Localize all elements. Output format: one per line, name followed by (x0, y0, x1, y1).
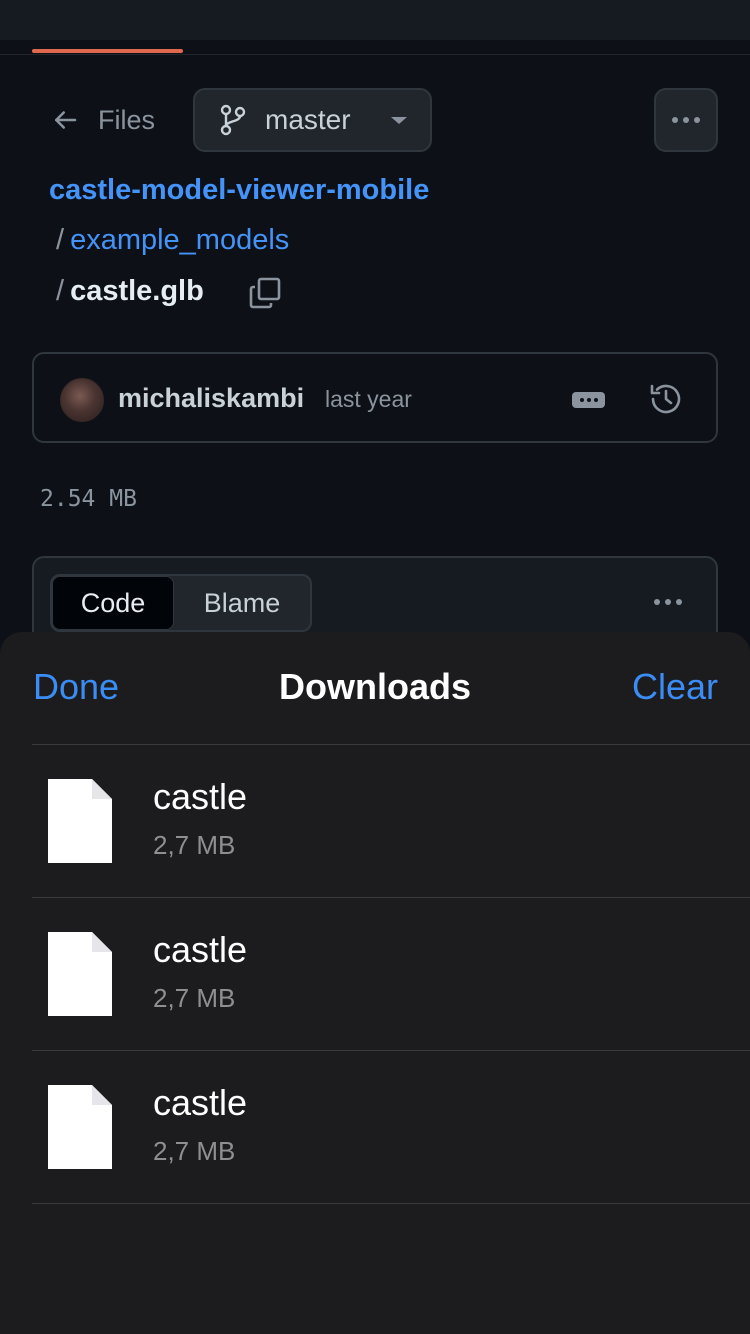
ellipsis-dot-icon (586, 398, 591, 402)
download-size: 2,7 MB (153, 830, 236, 860)
back-to-files-button[interactable]: Files (50, 96, 155, 144)
kebab-dot-icon (676, 599, 682, 605)
document-icon (48, 932, 112, 1016)
clear-button[interactable]: Clear (632, 666, 718, 708)
commit-message-toggle[interactable] (572, 392, 605, 408)
breadcrumb-repo-link[interactable]: castle-model-viewer-mobile (49, 174, 429, 207)
document-icon (48, 779, 112, 863)
file-name: castle.glb (70, 275, 204, 307)
more-options-button[interactable] (654, 88, 718, 152)
ellipsis-dot-icon (593, 398, 598, 402)
commit-time: last year (325, 386, 412, 412)
code-tab[interactable]: Code (52, 576, 174, 630)
latest-commit-box: michaliskambi last year (32, 352, 718, 443)
view-mode-toggle: Code Blame (50, 574, 312, 632)
chevron-down-icon (390, 116, 407, 124)
download-name: castle (153, 1082, 248, 1123)
kebab-dot-icon (672, 117, 678, 123)
kebab-dot-icon (665, 599, 671, 605)
breadcrumb-file: / castle.glb (56, 275, 204, 308)
back-label: Files (98, 104, 156, 135)
branch-selector-button[interactable]: master (193, 88, 432, 152)
kebab-dot-icon (694, 117, 700, 123)
divider (32, 1203, 750, 1204)
file-size: 2.54 MB (40, 486, 137, 512)
branch-name: master (265, 104, 351, 135)
download-name: castle (153, 929, 248, 970)
download-name: castle (153, 776, 248, 817)
screen: Files master castle-model-viewer-mobile … (0, 0, 750, 1334)
done-button[interactable]: Done (33, 666, 119, 708)
arrow-left-icon (55, 111, 77, 129)
download-size: 2,7 MB (153, 1136, 236, 1166)
file-actions-button[interactable] (654, 599, 682, 605)
downloads-sheet: Downloads Done Clear castle 2,7 MB castl… (0, 632, 750, 1334)
document-icon (48, 1085, 112, 1169)
kebab-dot-icon (654, 599, 660, 605)
download-item[interactable]: castle 2,7 MB (0, 1051, 750, 1204)
top-bar (0, 0, 750, 40)
kebab-dot-icon (683, 117, 689, 123)
avatar[interactable] (60, 378, 104, 422)
breadcrumb-folder: / example_models (56, 224, 289, 257)
ellipsis-dot-icon (579, 398, 584, 402)
sheet-header: Downloads Done Clear (0, 632, 750, 744)
download-item[interactable]: castle 2,7 MB (0, 898, 750, 1051)
copy-icon[interactable] (248, 276, 282, 310)
active-tab-indicator (32, 49, 183, 53)
commit-author[interactable]: michaliskambi (118, 383, 304, 414)
breadcrumb-separator: / (56, 275, 65, 307)
blame-tab[interactable]: Blame (174, 576, 310, 630)
download-item[interactable]: castle 2,7 MB (0, 745, 750, 898)
breadcrumb-separator: / (56, 224, 65, 256)
history-icon[interactable] (648, 381, 684, 417)
download-size: 2,7 MB (153, 983, 236, 1013)
breadcrumb-folder-link[interactable]: example_models (70, 224, 289, 257)
git-branch-icon (220, 104, 246, 136)
tab-underline-track (0, 54, 750, 55)
